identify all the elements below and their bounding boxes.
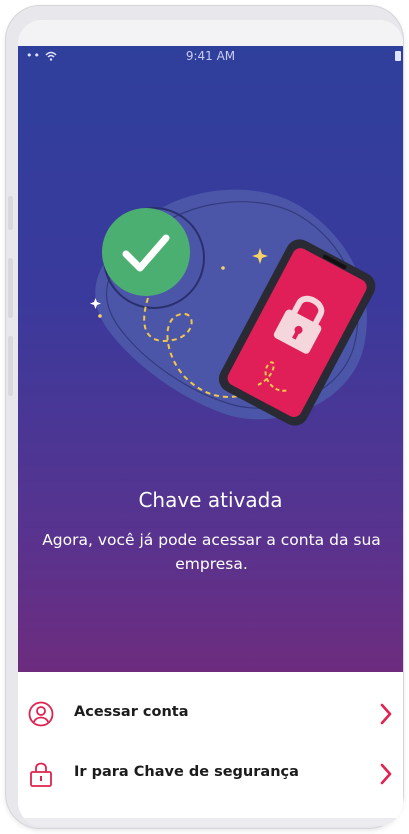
status-time: 9:41 AM <box>185 49 236 63</box>
padlock-icon <box>30 762 52 787</box>
page-title: Chave ativada <box>138 488 283 512</box>
menu-item-acessar-conta[interactable]: Acessar conta <box>18 692 403 736</box>
status-bar: •• 9:41 AM <box>18 46 403 68</box>
menu-item-chave-seguranca[interactable]: Ir para Chave de segurança <box>18 752 403 796</box>
user-circle-icon <box>28 701 54 727</box>
battery-icon <box>395 51 401 61</box>
volume-up-button <box>8 258 13 318</box>
bottom-bezel <box>18 818 403 826</box>
chevron-right-icon <box>380 703 392 725</box>
phone-screen: •• 9:41 AM Chave ativada Agora, você já … <box>18 20 403 826</box>
phone-frame: •• 9:41 AM Chave ativada Agora, você já … <box>6 6 403 828</box>
key-activated-illustration <box>90 189 376 426</box>
page-subtitle: Agora, você já pode acessar a conta da s… <box>42 531 381 573</box>
menu-item-label: Ir para Chave de segurança <box>74 764 299 780</box>
top-bezel <box>18 20 403 46</box>
mute-switch <box>8 196 13 230</box>
action-menu: Acessar conta Ir para Chave de segurança <box>18 672 403 826</box>
chevron-right-icon <box>380 763 392 785</box>
menu-item-label: Acessar conta <box>74 704 189 720</box>
check-circle-icon <box>102 207 205 309</box>
volume-down-button <box>8 336 13 396</box>
